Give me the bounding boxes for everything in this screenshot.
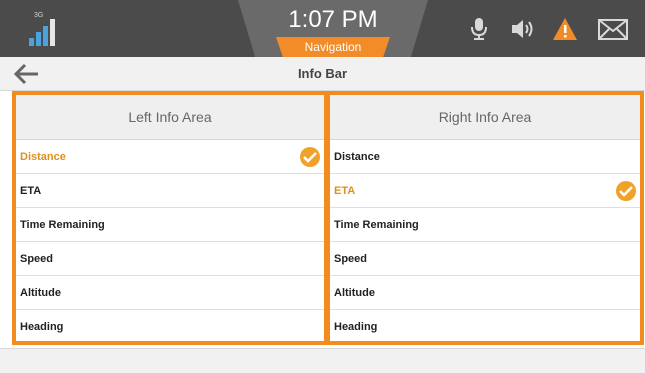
left-info-area-list: Distance ETA Time Remaining Speed Altitude He… [16,140,324,341]
list-item[interactable]: Distance [330,140,640,174]
right-info-area-header: Right Info Area [330,95,640,140]
clock: 1:07 PM [288,6,378,33]
list-item-label: Altitude [334,287,375,299]
list-item-label: ETA [20,185,42,197]
list-item-label: Altitude [20,287,61,299]
list-item[interactable]: Speed [16,242,324,276]
list-item-label: Distance [20,151,66,163]
list-item[interactable]: ETA [16,174,324,208]
list-item-label: Distance [334,151,380,163]
list-item[interactable]: ETA [330,174,640,208]
list-item-label: Time Remaining [20,219,105,231]
page-title: Info Bar [297,66,348,81]
checkmark-icon [616,181,636,201]
list-item[interactable]: Time Remaining [330,208,640,242]
right-info-area-list: Distance ETA Time Remaining Speed Altitude He… [330,140,640,341]
right-info-area: Right Info Area Distance ETA Time Remainin… [326,91,644,345]
signal-icon: 3G [29,12,61,46]
list-item[interactable]: Altitude [16,276,324,310]
list-item[interactable]: Altitude [330,276,640,310]
list-item-label: ETA [334,185,356,197]
list-item-label: Time Remaining [334,219,419,231]
list-item[interactable]: Speed [330,242,640,276]
list-item-label: Heading [20,321,64,333]
microphone-icon[interactable] [466,17,492,41]
list-item[interactable]: Heading [16,310,324,341]
list-item-label: Speed [334,253,368,265]
list-item-label: Heading [334,321,378,333]
title-bar: Info Bar [0,57,645,91]
status-bar: 3G 1:07 PM Navigation [0,0,645,57]
list-item[interactable]: Heading [330,310,640,341]
navigation-tab[interactable]: Navigation [276,37,390,57]
list-item[interactable]: Time Remaining [16,208,324,242]
speaker-icon[interactable] [509,17,535,41]
warning-icon[interactable] [552,17,578,41]
left-info-area: Left Info Area Distance ETA Time Remaining… [12,91,328,345]
checkmark-icon [300,147,320,167]
network-type-label: 3G [34,12,44,19]
list-item-label: Speed [20,253,54,265]
mail-icon[interactable] [597,17,629,41]
left-info-area-header: Left Info Area [16,95,324,140]
clock-panel: 1:07 PM Navigation [238,0,428,57]
footer-bar [0,348,645,373]
list-item[interactable]: Distance [16,140,324,174]
